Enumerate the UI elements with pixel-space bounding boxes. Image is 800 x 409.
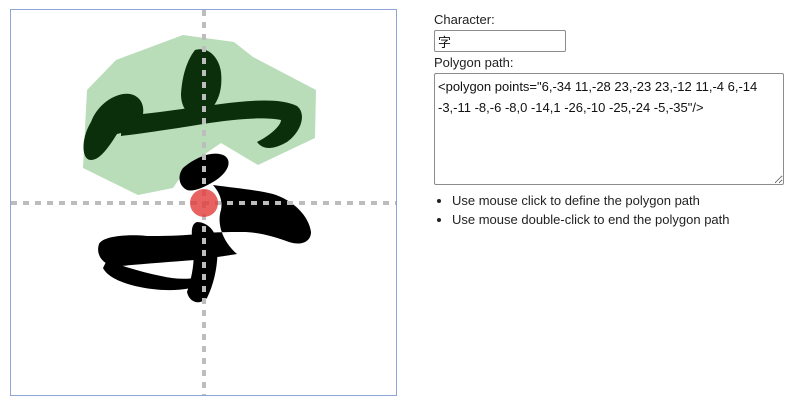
instruction-double-click: Use mouse double-click to end the polygo… xyxy=(452,210,794,229)
character-input[interactable] xyxy=(434,30,566,52)
polygon-path-textarea[interactable]: <polygon points="6,-34 11,-28 23,-23 23,… xyxy=(434,73,784,185)
polygon-path-label: Polygon path: xyxy=(434,55,514,70)
center-marker[interactable] xyxy=(190,189,218,217)
editor-panel: Character: Polygon path: <polygon points… xyxy=(434,12,794,229)
character-label: Character: xyxy=(434,12,495,27)
drawing-canvas[interactable] xyxy=(10,9,397,396)
character-canvas-svg[interactable] xyxy=(11,10,396,395)
instruction-click: Use mouse click to define the polygon pa… xyxy=(452,191,794,210)
instructions-list: Use mouse click to define the polygon pa… xyxy=(434,191,794,229)
